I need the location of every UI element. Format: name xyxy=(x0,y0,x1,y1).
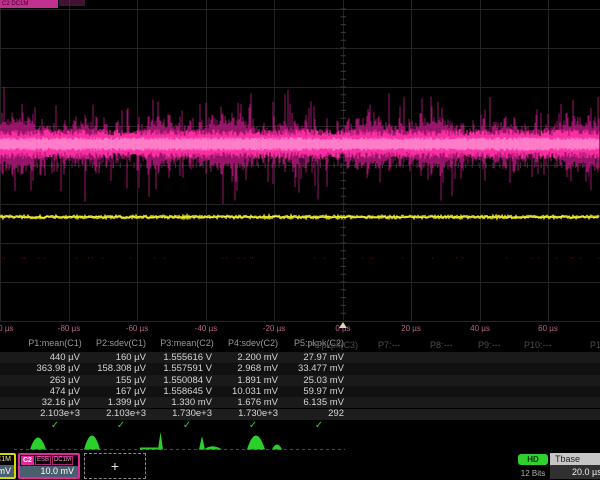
measure-mean: 33.477 mV xyxy=(286,363,352,374)
hd-mode-badge[interactable]: HD xyxy=(518,454,548,465)
measure-column: P3:mean(C2)1.555616 V1.557591 V1.550084 … xyxy=(154,338,220,431)
measure-value: 1.555616 V xyxy=(154,352,220,363)
channel-c1-descriptor[interactable]: C1M 0 mV xyxy=(0,453,16,479)
measure-min: 25.03 mV xyxy=(286,375,352,386)
measure-value: 440 µV xyxy=(22,352,88,363)
trigger-position-marker[interactable] xyxy=(339,322,347,328)
measure-value: 27.97 mV xyxy=(286,352,352,363)
measure-num: 2.103e+3 xyxy=(22,408,88,419)
measure-max: 167 µV xyxy=(88,386,154,397)
measure-sdev: 1.676 mV xyxy=(220,397,286,408)
measure-max: 474 µV xyxy=(22,386,88,397)
measure-header[interactable]: P4:sdev(C2) xyxy=(220,338,286,352)
timebase-descriptor[interactable]: Tbase 20.0 µs xyxy=(550,453,600,479)
c2-mode-badge: ESB xyxy=(35,456,51,465)
measure-min: 263 µV xyxy=(22,375,88,386)
trace-label-badge: C2 DC1M xyxy=(0,0,58,8)
measure-mean: 158.308 µV xyxy=(88,363,154,374)
measure-num: 292 xyxy=(286,408,352,419)
measure-max: 59.97 mV xyxy=(286,386,352,397)
measure-mean: 363.98 µV xyxy=(22,363,88,374)
time-tick-label: 40 µs xyxy=(470,324,490,333)
timebase-title: Tbase xyxy=(550,453,600,465)
c2-coupling-badge: DC1M xyxy=(52,456,73,465)
histicon-shape xyxy=(158,432,163,450)
measure-column: P4:sdev(C2)2.200 mV2.968 mV1.891 mV10.03… xyxy=(220,338,286,431)
measure-sdev: 1.330 mV xyxy=(154,397,220,408)
measure-sdev: 1.399 µV xyxy=(88,397,154,408)
measure-header[interactable]: P3:mean(C2) xyxy=(154,338,220,352)
histicon-shape xyxy=(30,438,46,450)
histicon-shape xyxy=(84,436,100,450)
unused-measure-header[interactable]: P10:--- xyxy=(524,340,552,350)
time-tick-label: -60 µs xyxy=(126,324,148,333)
measure-sdev: 32.16 µV xyxy=(22,397,88,408)
unused-measure-header[interactable]: P11 xyxy=(590,340,600,350)
oscilloscope-screen: C2 DC1M -100 µs -80 µs -60 µs -40 µs -20 µs 0… xyxy=(0,0,600,480)
plus-icon: + xyxy=(111,458,119,474)
measure-max: 10.031 mV xyxy=(220,386,286,397)
measure-min: 1.550084 V xyxy=(154,375,220,386)
unused-measure-header[interactable]: P6:pkpk(C3) xyxy=(308,340,358,350)
unused-measure-header[interactable]: P7:--- xyxy=(378,340,401,350)
histicon-shape xyxy=(247,436,265,450)
c2-scale-value: 10.0 mV xyxy=(20,466,78,477)
measurement-histicons[interactable] xyxy=(0,430,360,452)
measure-mean: 1.557591 V xyxy=(154,363,220,374)
measurement-table: P1:mean(C1)440 µV363.98 µV263 µV474 µV32… xyxy=(22,338,352,431)
measure-header[interactable]: P2:sdev(C1) xyxy=(88,338,154,352)
histicon-shape xyxy=(272,445,282,450)
measure-sdev: 6.135 mV xyxy=(286,397,352,408)
resolution-label: 12 Bits xyxy=(514,469,552,478)
measure-header[interactable]: P1:mean(C1) xyxy=(22,338,88,352)
add-trace-button[interactable]: + xyxy=(84,453,146,479)
time-axis: -100 µs-80 µs-60 µs-40 µs-20 µs0 µs20 µs… xyxy=(0,321,600,337)
c1-scale-value: 0 mV xyxy=(0,465,14,477)
time-tick-label: 20 µs xyxy=(401,324,421,333)
measure-num: 1.730e+3 xyxy=(154,408,220,419)
measure-max: 1.558645 V xyxy=(154,386,220,397)
time-tick-label: -100 µs xyxy=(0,324,13,333)
time-tick-label: 60 µs xyxy=(538,324,558,333)
c2-channel-badge: C2 xyxy=(21,456,34,465)
histicon-shape xyxy=(140,448,158,450)
measure-value: 2.200 mV xyxy=(220,352,286,363)
time-tick-label: -20 µs xyxy=(263,324,285,333)
unused-measure-header[interactable]: P9:--- xyxy=(478,340,501,350)
measure-column: P5:pkpk(C2)27.97 mV33.477 mV25.03 mV59.9… xyxy=(286,338,352,431)
channel-c2-descriptor[interactable]: C2 ESB DC1M 10.0 mV xyxy=(18,453,80,479)
measure-num: 2.103e+3 xyxy=(88,408,154,419)
measure-min: 1.891 mV xyxy=(220,375,286,386)
time-tick-label: -40 µs xyxy=(195,324,217,333)
measure-value: 160 µV xyxy=(88,352,154,363)
measure-column: P1:mean(C1)440 µV363.98 µV263 µV474 µV32… xyxy=(22,338,88,431)
measure-num: 1.730e+3 xyxy=(220,408,286,419)
time-tick-label: -80 µs xyxy=(58,324,80,333)
measure-mean: 2.968 mV xyxy=(220,363,286,374)
waveform-display[interactable] xyxy=(0,0,600,322)
trace-label-badge-fragment xyxy=(59,0,85,6)
timebase-scale: 20.0 µs xyxy=(550,465,600,479)
measure-min: 155 µV xyxy=(88,375,154,386)
histicon-shape xyxy=(204,446,222,449)
histicon-shape xyxy=(199,436,205,450)
descriptor-bar: C1M 0 mV C2 ESB DC1M 10.0 mV + HD 12 Bit… xyxy=(0,452,600,480)
c1-coupling-label: C1M xyxy=(0,455,14,465)
measure-column: P2:sdev(C1)160 µV158.308 µV155 µV167 µV1… xyxy=(88,338,154,431)
unused-measure-header[interactable]: P8:--- xyxy=(430,340,453,350)
